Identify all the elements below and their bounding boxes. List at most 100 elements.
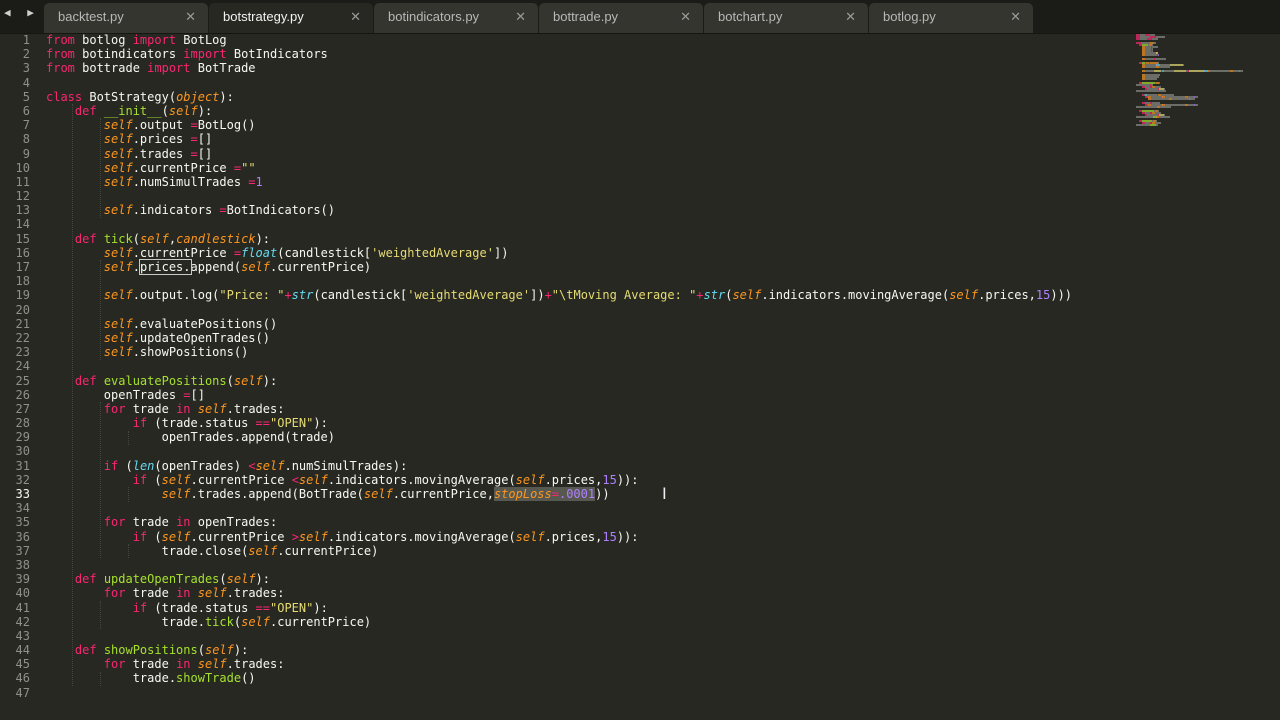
code-line[interactable]: self.numSimulTrades =1 — [46, 175, 1072, 189]
code-line[interactable]: openTrades.append(trade) — [46, 430, 1072, 444]
code-line[interactable]: if (len(openTrades) <self.numSimulTrades… — [46, 459, 1072, 473]
code-line[interactable]: self.prices.append(self.currentPrice) — [46, 259, 1072, 275]
line-number: 25 — [15, 373, 30, 388]
line-number: 27 — [15, 401, 30, 416]
code-line[interactable]: trade.tick(self.currentPrice) — [46, 615, 1072, 629]
code-token: self — [103, 245, 133, 260]
code-line[interactable]: for trade in self.trades: — [46, 586, 1072, 600]
code-line[interactable]: trade.showTrade() — [46, 671, 1072, 685]
code-token: for — [103, 401, 133, 416]
close-icon[interactable]: ✕ — [515, 3, 526, 31]
code-token: self — [103, 118, 133, 133]
code-token: .output.log( — [132, 288, 220, 303]
code-line[interactable]: self.showPositions() — [46, 345, 1072, 359]
code-line[interactable]: class BotStrategy(object): — [46, 90, 1072, 104]
code-line[interactable]: def updateOpenTrades(self): — [46, 572, 1072, 586]
code-token: .0001 — [558, 487, 596, 501]
minimap-mark — [1145, 70, 1154, 72]
code-token: import — [183, 47, 234, 62]
tab-botchart[interactable]: botchart.py ✕ — [704, 3, 868, 33]
code-token: 'weightedAverage' — [371, 245, 494, 260]
code-line[interactable]: def showPositions(self): — [46, 643, 1072, 657]
code-line[interactable]: self.output.log("Price: "+str(candlestic… — [46, 288, 1072, 302]
code-line[interactable]: self.output =BotLog() — [46, 118, 1072, 132]
code-token: self — [732, 288, 762, 303]
code-line[interactable]: def tick(self,candlestick): — [46, 232, 1072, 246]
line-number: 35 — [15, 515, 30, 530]
code-line[interactable]: for trade in self.trades: — [46, 402, 1072, 416]
line-number: 40 — [15, 586, 30, 601]
code-line[interactable]: if (self.currentPrice <self.indicators.m… — [46, 473, 1072, 487]
line-number: 6 — [22, 103, 30, 118]
code-token: .numSimulTrades — [132, 174, 249, 189]
close-icon[interactable]: ✕ — [1010, 3, 1021, 31]
code-line[interactable]: self.trades =[] — [46, 147, 1072, 161]
minimap[interactable] — [1136, 34, 1256, 134]
line-number: 11 — [15, 174, 30, 189]
tab-nav-arrows-icon[interactable]: ◀ ▶ — [4, 6, 39, 19]
tab-label: bottrade.py — [553, 9, 619, 24]
code-token: .currentPrice — [132, 245, 234, 260]
code-token: def — [74, 572, 104, 587]
code-line[interactable]: self.trades.append(BotTrade(self.current… — [46, 487, 1072, 501]
code-line[interactable]: if (self.currentPrice >self.indicators.m… — [46, 530, 1072, 544]
code-line[interactable] — [46, 303, 1072, 317]
code-line[interactable]: self.prices =[] — [46, 132, 1072, 146]
code-token: == — [255, 416, 270, 431]
tab-botlog[interactable]: botlog.py ✕ — [869, 3, 1033, 33]
code-line[interactable] — [46, 686, 1072, 700]
code-editor[interactable]: from botlog import BotLog from botindicat… — [46, 33, 1072, 700]
code-line[interactable]: from bottrade import BotTrade — [46, 61, 1072, 75]
code-line[interactable]: self.indicators =BotIndicators() — [46, 203, 1072, 217]
tab-botstrategy[interactable]: botstrategy.py ✕ — [209, 3, 373, 33]
code-token: str — [291, 288, 314, 303]
code-token: ]) — [493, 245, 509, 260]
code-token: .updateOpenTrades() — [132, 330, 270, 345]
code-line[interactable] — [46, 274, 1072, 288]
code-token: == — [255, 600, 270, 615]
code-line[interactable]: self.currentPrice ="" — [46, 161, 1072, 175]
tab-bottrade[interactable]: bottrade.py ✕ — [539, 3, 703, 33]
close-icon[interactable]: ✕ — [845, 3, 856, 31]
code-line[interactable]: trade.close(self.currentPrice) — [46, 544, 1072, 558]
code-line[interactable]: self.updateOpenTrades() — [46, 331, 1072, 345]
tab-botindicators[interactable]: botindicators.py ✕ — [374, 3, 538, 33]
code-line[interactable] — [46, 629, 1072, 643]
code-line[interactable] — [46, 558, 1072, 572]
code-line[interactable]: if (trade.status =="OPEN"): — [46, 601, 1072, 615]
code-token: + — [544, 288, 552, 303]
code-line[interactable]: if (trade.status =="OPEN"): — [46, 416, 1072, 430]
code-line[interactable]: for trade in self.trades: — [46, 657, 1072, 671]
code-token: .prices, — [544, 529, 603, 544]
code-token: evaluatePositions — [103, 373, 227, 388]
close-icon[interactable]: ✕ — [680, 3, 691, 31]
code-token: trade — [132, 401, 177, 416]
code-token: (openTrades) — [154, 458, 249, 473]
code-line[interactable]: def evaluatePositions(self): — [46, 374, 1072, 388]
code-line[interactable]: def __init__(self): — [46, 104, 1072, 118]
code-line[interactable] — [46, 76, 1072, 90]
code-line[interactable]: from botlog import BotLog — [46, 33, 1072, 47]
code-line[interactable] — [46, 359, 1072, 373]
close-icon[interactable]: ✕ — [350, 3, 361, 31]
code-line[interactable]: for trade in openTrades: — [46, 515, 1072, 529]
code-token: ( — [125, 458, 133, 473]
code-token: openTrades — [46, 387, 184, 402]
line-number: 34 — [15, 501, 30, 516]
code-line[interactable]: from botindicators import BotIndicators — [46, 47, 1072, 61]
code-line[interactable] — [46, 217, 1072, 231]
code-line[interactable]: self.evaluatePositions() — [46, 317, 1072, 331]
close-icon[interactable]: ✕ — [185, 3, 196, 31]
line-number: 36 — [15, 529, 30, 544]
code-line[interactable]: self.currentPrice =float(candlestick['we… — [46, 246, 1072, 260]
code-token: < — [291, 472, 299, 487]
minimap-mark — [1193, 98, 1195, 100]
code-line[interactable] — [46, 501, 1072, 515]
code-line[interactable]: openTrades =[] — [46, 388, 1072, 402]
code-token: < — [248, 458, 256, 473]
tab-backtest[interactable]: backtest.py ✕ — [44, 3, 208, 33]
code-line[interactable] — [46, 189, 1072, 203]
code-line[interactable] — [46, 444, 1072, 458]
